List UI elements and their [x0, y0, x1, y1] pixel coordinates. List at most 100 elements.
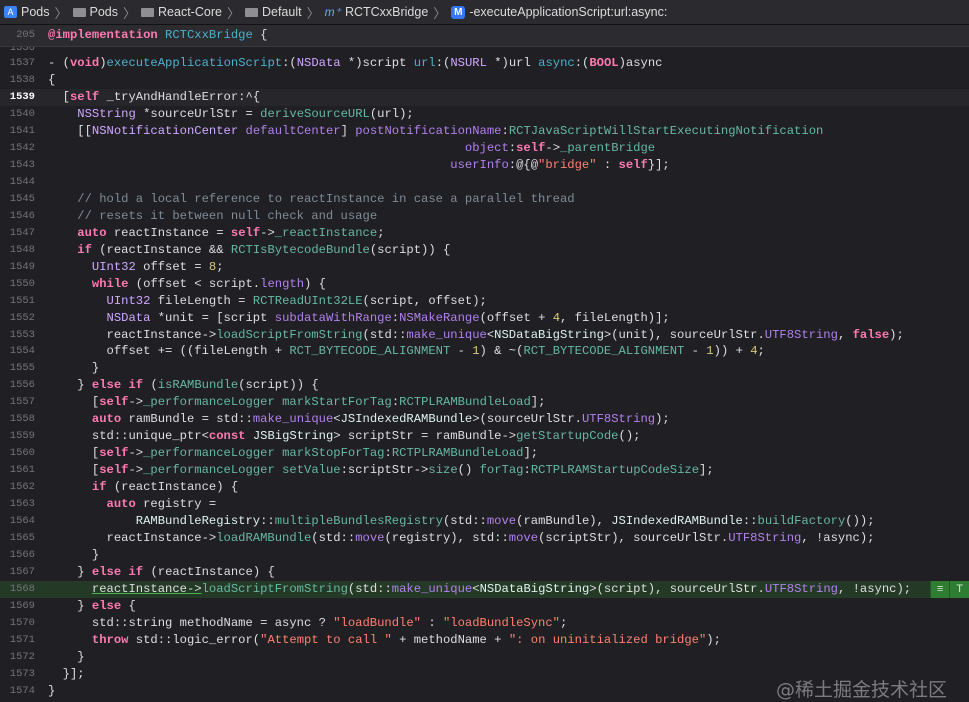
line-number[interactable]: 1556 — [0, 377, 48, 394]
line-number[interactable]: 1557 — [0, 394, 48, 411]
line-number[interactable]: 1559 — [0, 428, 48, 445]
code-line[interactable]: 1552 NSData *unit = [script subdataWithR… — [0, 310, 969, 327]
code-line[interactable]: 1562 if (reactInstance) { — [0, 479, 969, 496]
code-line[interactable]: 1563 auto registry = — [0, 496, 969, 513]
line-number[interactable]: 1570 — [0, 615, 48, 632]
line-number[interactable]: 1551 — [0, 293, 48, 310]
line-number[interactable]: 1565 — [0, 530, 48, 547]
code-line[interactable]: 1545 // hold a local reference to reactI… — [0, 191, 969, 208]
code-line[interactable]: 1548 if (reactInstance && RCTIsBytecodeB… — [0, 242, 969, 259]
sticky-scope-header[interactable]: 205 @implementation RCTCxxBridge { — [0, 25, 969, 47]
line-number[interactable]: 1558 — [0, 411, 48, 428]
line-number[interactable]: 1554 — [0, 343, 48, 360]
code-line[interactable]: 1556 } else if (isRAMBundle(script)) { — [0, 377, 969, 394]
code-line[interactable]: 1544 — [0, 174, 969, 191]
code-token: :: — [742, 514, 758, 529]
code-editor[interactable]: 205 @implementation RCTCxxBridge { 1536 … — [0, 25, 969, 701]
code-line[interactable]: 1539 [self _tryAndHandleError:^{ — [0, 88, 969, 106]
code-token: url — [413, 56, 436, 70]
code-token: > scriptStr = ramBundle-> — [333, 429, 517, 444]
line-number[interactable]: 1553 — [0, 327, 48, 344]
code-token: ramBundle = std:: — [121, 412, 253, 427]
code-line[interactable]: 1541 [[NSNotificationCenter defaultCente… — [0, 123, 969, 140]
line-number[interactable]: 1572 — [0, 649, 48, 666]
line-number[interactable]: 1571 — [0, 632, 48, 649]
line-number[interactable]: 1561 — [0, 462, 48, 479]
code-token: defaultCenter — [245, 123, 341, 138]
line-number[interactable]: 1537 — [0, 55, 48, 72]
line-number[interactable]: 1567 — [0, 564, 48, 581]
code-line[interactable]: 1546 // resets it between null check and… — [0, 208, 969, 225]
line-number[interactable]: 1545 — [0, 191, 48, 208]
line-number[interactable]: 1562 — [0, 479, 48, 496]
code-line[interactable]: 1568 reactInstance->loadScriptFromString… — [0, 581, 969, 599]
line-number[interactable]: 1566 — [0, 547, 48, 564]
code-line[interactable]: 1567 } else if (reactInstance) { — [0, 564, 969, 581]
code-line[interactable]: 1540 NSString *sourceUrlStr = deriveSour… — [0, 106, 969, 123]
line-number[interactable]: 1540 — [0, 106, 48, 123]
code-token: *)script — [340, 56, 414, 70]
code-line[interactable]: 1570 std::string methodName = async ? "l… — [0, 615, 969, 632]
code-text: } — [48, 683, 55, 700]
line-number[interactable]: 1552 — [0, 310, 48, 327]
breadcrumb-item[interactable]: m⁺ RCTCxxBridge — [325, 5, 429, 19]
code-line[interactable]: 1549 UInt32 offset = 8; — [0, 259, 969, 276]
breadcrumb-item[interactable]: Default — [244, 5, 302, 19]
code-token: if — [91, 480, 107, 495]
line-number[interactable]: 1542 — [0, 140, 48, 157]
code-line[interactable]: 1551 UInt32 fileLength = RCTReadUInt32LE… — [0, 293, 969, 310]
code-line[interactable]: 1538{ — [0, 72, 969, 89]
code-token: : — [523, 463, 531, 478]
line-number[interactable]: 1543 — [0, 157, 48, 174]
code-line[interactable]: 1565 reactInstance->loadRAMBundle(std::m… — [0, 530, 969, 547]
line-number[interactable]: 1555 — [0, 360, 48, 377]
code-text: [[NSNotificationCenter defaultCenter] po… — [48, 123, 823, 140]
line-number[interactable]: 1539 — [0, 89, 48, 106]
line-number[interactable]: 1569 — [0, 598, 48, 615]
code-line[interactable]: 1547 auto reactInstance = self->_reactIn… — [0, 225, 969, 242]
breadcrumb-item[interactable]: M -executeApplicationScript:url:async: — [451, 5, 667, 19]
line-number[interactable]: 1550 — [0, 276, 48, 293]
line-number[interactable]: 1573 — [0, 666, 48, 683]
line-number[interactable]: 1549 — [0, 259, 48, 276]
code-line[interactable]: 1553 reactInstance->loadScriptFromString… — [0, 327, 969, 344]
code-line[interactable]: 1554 offset += ((fileLength + RCT_BYTECO… — [0, 343, 969, 360]
code-line[interactable]: 1560 [self->_performanceLogger markStopF… — [0, 445, 969, 462]
code-line[interactable]: 1561 [self->_performanceLogger setValue:… — [0, 462, 969, 479]
code-line[interactable]: 1569 } else { — [0, 598, 969, 615]
line-number[interactable]: 1574 — [0, 683, 48, 700]
code-line[interactable]: 1566 } — [0, 547, 969, 564]
code-token: // hold a local reference to reactInstan… — [77, 191, 575, 206]
code-token: auto — [77, 225, 107, 240]
line-number[interactable]: 1548 — [0, 242, 48, 259]
code-line[interactable]: 1542 object:self->_parentBridge — [0, 140, 969, 157]
code-line[interactable]: 1558 auto ramBundle = std::make_unique<J… — [0, 411, 969, 428]
line-number[interactable]: 1538 — [0, 72, 48, 89]
code-line[interactable]: 1571 throw std::logic_error("Attempt to … — [0, 632, 969, 649]
code-line[interactable]: 1559 std::unique_ptr<const JSBigString> … — [0, 428, 969, 445]
code-line[interactable]: 1572 } — [0, 649, 969, 666]
code-line[interactable]: 1537- (void)executeApplicationScript:(NS… — [0, 55, 969, 72]
code-line[interactable]: 1543 userInfo:@{@"bridge" : self}]; — [0, 157, 969, 174]
code-line[interactable]: 1555 } — [0, 360, 969, 377]
line-number[interactable]: 1564 — [0, 513, 48, 530]
line-number[interactable]: 1546 — [0, 208, 48, 225]
code-token: _parentBridge — [560, 140, 656, 155]
breadcrumb-item[interactable]: Pods — [72, 5, 118, 19]
line-number[interactable]: 1563 — [0, 496, 48, 513]
code-line[interactable]: 1550 while (offset < script.length) { — [0, 276, 969, 293]
issue-badge[interactable]: ≡ T — [929, 581, 969, 599]
line-number[interactable]: 1544 — [0, 174, 48, 191]
code-line[interactable]: 1564 RAMBundleRegistry::multipleBundlesR… — [0, 513, 969, 530]
line-number[interactable]: 1541 — [0, 123, 48, 140]
breadcrumb-item[interactable]: A Pods — [4, 5, 50, 19]
code-token: else — [91, 378, 122, 393]
code-token: buildFactory — [757, 514, 846, 529]
breadcrumb-item[interactable]: React-Core — [141, 5, 222, 19]
line-number[interactable]: 1568 — [0, 581, 48, 598]
line-number[interactable]: 1547 — [0, 225, 48, 242]
line-number[interactable]: 1560 — [0, 445, 48, 462]
code-token: , — [837, 327, 853, 342]
code-line[interactable]: 1557 [self->_performanceLogger markStart… — [0, 394, 969, 411]
